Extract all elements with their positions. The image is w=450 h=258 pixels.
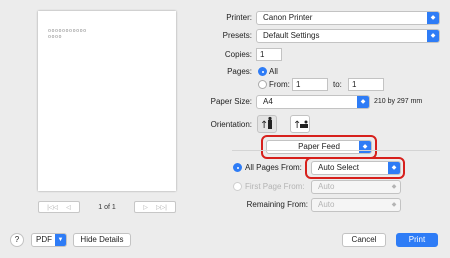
prev-page-icon[interactable]: ◁ (66, 204, 71, 211)
paper-size-label: Paper Size: (210, 97, 252, 106)
landscape-button[interactable]: ↑ (290, 115, 310, 133)
paper-size-value: A4 (263, 97, 273, 106)
first-prev-page-buttons[interactable]: |◁◁ ◁ (38, 201, 80, 213)
portrait-button[interactable]: ↑ (257, 115, 277, 133)
next-page-icon[interactable]: ▷ (143, 204, 148, 211)
first-page-from-radio[interactable] (233, 182, 242, 191)
chevron-updown-icon: ◆ (427, 12, 439, 24)
printer-value: Canon Printer (263, 13, 313, 22)
chevron-updown-icon: ◆ (391, 202, 397, 208)
landscape-icon: ↑ (293, 120, 308, 131)
hide-details-button[interactable]: Hide Details (73, 233, 131, 247)
paper-size-select[interactable]: A4 ◆ (256, 95, 370, 109)
cancel-button[interactable]: Cancel (342, 233, 386, 247)
pdf-label: PDF (36, 235, 52, 244)
pages-to-label: to: (333, 80, 342, 89)
pages-all-radio[interactable] (258, 67, 267, 76)
orientation-label: Orientation: (210, 120, 252, 129)
presets-select[interactable]: Default Settings ◆ (256, 29, 440, 43)
chevron-updown-icon: ◆ (391, 184, 397, 190)
presets-label: Presets: (222, 31, 252, 40)
remaining-from-select[interactable]: Auto ◆ (311, 198, 401, 212)
chevron-updown-icon: ◆ (427, 30, 439, 42)
first-page-from-select[interactable]: Auto ◆ (311, 180, 401, 194)
divider (232, 150, 440, 151)
first-page-from-label: First Page From: (245, 182, 305, 191)
section-menu-highlight (261, 135, 377, 159)
paper-dimensions: 210 by 297 mm (374, 98, 423, 105)
next-last-page-buttons[interactable]: ▷ ▷▷| (134, 201, 176, 213)
preview-line: oooo (48, 34, 63, 40)
preview-text: ooooooooooo oooo (48, 28, 87, 40)
first-page-from-value: Auto (318, 182, 335, 191)
all-pages-from-highlight (305, 157, 405, 179)
chevron-down-icon: ▼ (55, 234, 66, 246)
print-button[interactable]: Print (396, 233, 438, 247)
printer-label: Printer: (226, 13, 252, 22)
portrait-icon: ↑ (260, 116, 272, 131)
help-button[interactable]: ? (10, 233, 24, 247)
all-pages-from-radio[interactable] (233, 163, 242, 172)
pages-from-radio[interactable] (258, 80, 267, 89)
last-page-icon[interactable]: ▷▷| (156, 204, 167, 211)
page-count: 1 of 1 (98, 204, 116, 211)
copies-label: Copies: (224, 50, 252, 59)
pages-all-label: All (269, 67, 278, 76)
pages-from-label: From: (269, 80, 290, 89)
page-preview: ooooooooooo oooo (38, 11, 176, 191)
pages-label: Pages: (227, 67, 252, 76)
remaining-from-value: Auto (318, 200, 335, 209)
pages-to-field[interactable]: 1 (348, 78, 384, 91)
pdf-menu-button[interactable]: PDF ▼ (31, 233, 67, 247)
presets-value: Default Settings (263, 31, 320, 40)
svg-text:↑: ↑ (260, 120, 268, 131)
first-page-icon[interactable]: |◁◁ (47, 204, 58, 211)
all-pages-from-label: All Pages From: (245, 163, 302, 172)
pages-from-field[interactable]: 1 (292, 78, 328, 91)
chevron-updown-icon: ◆ (357, 96, 369, 108)
remaining-from-label: Remaining From: (246, 200, 308, 209)
printer-select[interactable]: Canon Printer ◆ (256, 11, 440, 25)
copies-field[interactable]: 1 (256, 48, 282, 61)
